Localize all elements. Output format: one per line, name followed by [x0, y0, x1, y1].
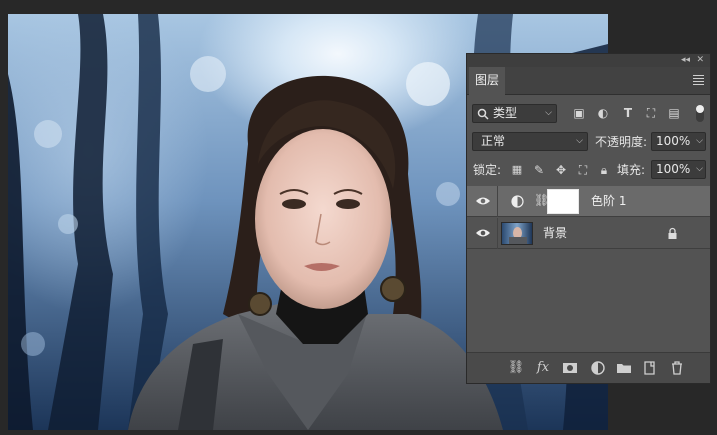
new-layer-icon[interactable] — [641, 359, 659, 377]
visibility-divider — [497, 218, 498, 249]
lock-paint-icon[interactable]: ✎ — [531, 162, 547, 178]
type-filter-icon[interactable]: T — [620, 105, 636, 121]
adjustment-filter-icon[interactable]: ◐ — [595, 105, 611, 121]
layer-name[interactable]: 背景 — [543, 224, 567, 242]
lock-artboard-icon[interactable]: ⛶ — [575, 162, 591, 178]
thumbnail-coat — [509, 237, 527, 244]
blend-mode-select[interactable]: 正常 ⌵ — [472, 132, 588, 151]
layer-thumbnail[interactable] — [501, 222, 533, 245]
eye-icon[interactable] — [475, 227, 491, 239]
delete-layer-icon[interactable] — [668, 359, 686, 377]
filter-kind-select[interactable]: 类型 ⌵ — [472, 104, 557, 123]
panel-tab-bar: 图层 — [467, 67, 710, 95]
shape-filter-icon[interactable]: ⛶ — [643, 105, 659, 121]
lock-transparent-icon[interactable]: ▦ — [509, 162, 525, 178]
lock-row: 锁定: ▦ ✎ ✥ ⛶ 🔒︎ 填充: 100% ⌵ — [467, 159, 710, 181]
blend-row: 正常 ⌵ 不透明度: 100% ⌵ — [467, 131, 710, 153]
fill-value: 100% — [656, 162, 691, 176]
close-panel-icon[interactable]: ✕ — [696, 54, 704, 67]
fill-label: 填充: — [617, 163, 646, 177]
search-icon — [477, 108, 489, 120]
layer-name[interactable]: 色阶 1 — [591, 192, 626, 210]
layer-row-levels[interactable]: ⛓︎ 色阶 1 — [467, 186, 710, 217]
new-group-icon[interactable] — [615, 359, 633, 377]
new-adjustment-icon[interactable] — [589, 359, 607, 377]
lock-label: 锁定: — [473, 163, 502, 177]
smart-object-filter-icon[interactable]: ▤ — [666, 105, 682, 121]
collapse-panel-icon[interactable]: ◂◂ — [681, 54, 690, 67]
tab-layers[interactable]: 图层 — [469, 67, 505, 95]
layers-bottom-bar: ⛓︎ fx — [467, 352, 710, 383]
panel-menu-icon[interactable] — [693, 75, 704, 87]
layer-row-background[interactable]: 背景 — [467, 218, 710, 249]
panel-title-bar[interactable]: ◂◂ ✕ — [467, 54, 710, 67]
opacity-label: 不透明度: — [595, 135, 648, 149]
filter-toggle-knob — [696, 105, 704, 113]
chevron-down-icon: ⌵ — [545, 108, 552, 118]
lock-icon — [668, 227, 677, 239]
image-filter-icon[interactable]: ▣ — [571, 105, 587, 121]
layer-mask-thumbnail[interactable] — [547, 189, 579, 214]
fill-input[interactable]: 100% ⌵ — [651, 160, 706, 179]
chevron-down-icon: ⌵ — [576, 136, 583, 146]
filter-toggle[interactable] — [696, 105, 704, 122]
filter-row: 类型 ⌵ ▣ ◐ T ⛶ ▤ — [467, 102, 710, 126]
chevron-down-icon[interactable]: ⌵ — [696, 133, 703, 150]
lock-all-icon[interactable]: 🔒︎ — [596, 162, 612, 178]
filter-kind-value: 类型 — [493, 106, 518, 120]
layers-panel: ◂◂ ✕ 图层 类型 ⌵ ▣ ◐ T ⛶ ▤ 正常 ⌵ 不透明度: 100% ⌵… — [466, 53, 711, 384]
levels-adjustment-icon — [511, 195, 524, 208]
eye-icon[interactable] — [475, 195, 491, 207]
add-mask-icon[interactable] — [561, 359, 579, 377]
lock-position-icon[interactable]: ✥ — [553, 162, 569, 178]
opacity-input[interactable]: 100% ⌵ — [651, 132, 706, 151]
fx-icon[interactable]: fx — [534, 359, 552, 377]
blend-mode-value: 正常 — [481, 134, 506, 148]
opacity-value: 100% — [656, 134, 691, 148]
link-layers-icon[interactable]: ⛓︎ — [507, 359, 525, 377]
chevron-down-icon[interactable]: ⌵ — [696, 161, 703, 178]
visibility-divider — [497, 186, 498, 217]
